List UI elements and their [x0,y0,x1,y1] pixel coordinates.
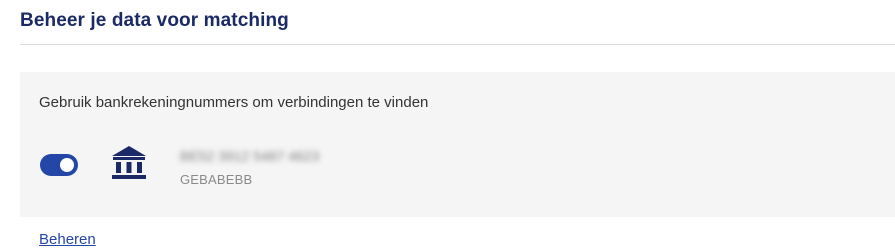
bic-code: GEBABEBB [180,172,253,187]
matching-settings-page: Beheer je data voor matching Gebruik ban… [0,0,895,252]
card-description: Gebruik bankrekeningnummers om verbindin… [39,94,429,111]
account-matching-toggle[interactable] [40,154,78,176]
page-title: Beheer je data voor matching [20,10,289,31]
bank-icon [112,146,146,179]
toggle-knob [60,158,74,172]
manage-link[interactable]: Beheren [39,231,96,248]
bank-account-card: Gebruik bankrekeningnummers om verbindin… [20,72,895,217]
title-divider [20,44,895,45]
account-number: BE52 3912 5487 4623 [180,148,320,164]
